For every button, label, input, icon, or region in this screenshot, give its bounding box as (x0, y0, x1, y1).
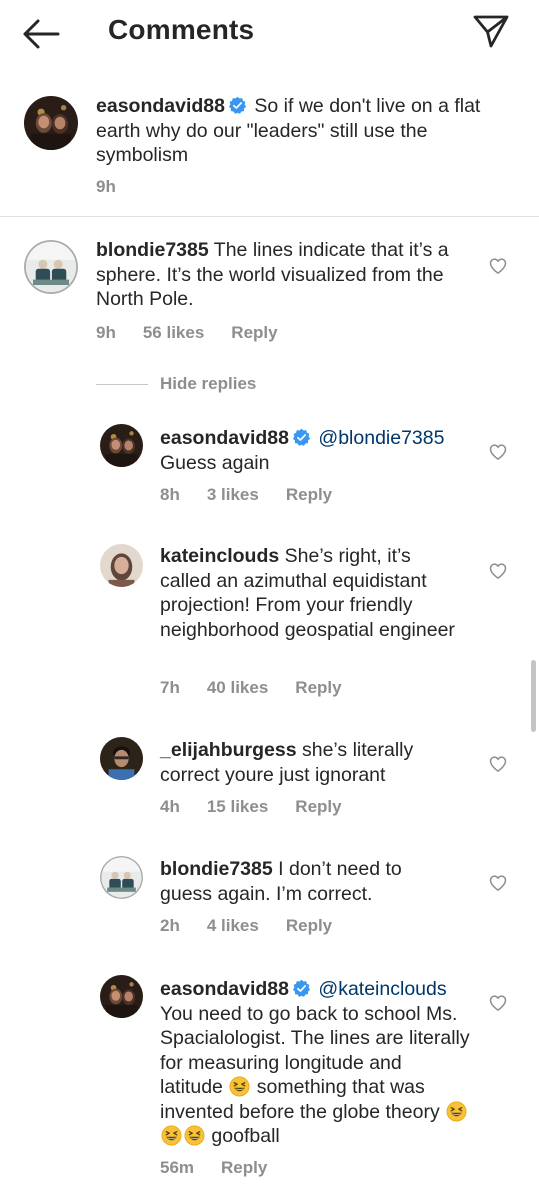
username[interactable]: easondavid88 (96, 95, 225, 117)
avatar[interactable] (24, 240, 78, 294)
reply-text: easondavid88 @kateinclouds You need to g… (160, 977, 470, 1149)
timestamp: 8h (160, 485, 180, 504)
timestamp: 9h (96, 323, 116, 342)
reply-meta: 4h 15 likes Reply (160, 797, 369, 817)
heart-icon[interactable] (488, 442, 508, 462)
timestamp: 4h (160, 797, 180, 816)
heart-icon[interactable] (488, 561, 508, 581)
likes-count[interactable]: 40 likes (207, 678, 268, 697)
page-title: Comments (108, 14, 255, 45)
username[interactable]: easondavid88 (160, 978, 289, 1000)
timestamp: 9h (96, 177, 116, 196)
mention-link[interactable]: @kateinclouds (318, 978, 446, 1000)
caption-text: easondavid88 So if we don't live on a fl… (96, 94, 496, 168)
reply-button[interactable]: Reply (286, 916, 332, 935)
verified-badge-icon (292, 979, 311, 998)
heart-icon[interactable] (488, 754, 508, 774)
verified-badge-icon (292, 428, 311, 447)
username[interactable]: kateinclouds (160, 545, 279, 567)
grinning-squinting-face-icon (446, 1101, 467, 1122)
mention-link[interactable]: @blondie7385 (318, 427, 444, 449)
reply-body: Guess again (160, 451, 270, 474)
grinning-squinting-face-icon (161, 1125, 182, 1146)
username[interactable]: _elijahburgess (160, 739, 297, 761)
hide-replies-toggle[interactable]: Hide replies (96, 372, 256, 396)
reply-meta: 7h 40 likes Reply (160, 678, 369, 698)
reply-button[interactable]: Reply (221, 1158, 267, 1177)
reply-text: _elijahburgess she’s literally correct y… (160, 738, 460, 787)
avatar[interactable] (100, 975, 143, 1018)
reply-text: kateinclouds She’s right, it’s called an… (160, 544, 465, 642)
likes-count[interactable]: 3 likes (207, 485, 259, 504)
paper-plane-icon[interactable] (472, 12, 510, 50)
reply-button[interactable]: Reply (231, 323, 277, 342)
hide-replies-label[interactable]: Hide replies (160, 374, 256, 394)
avatar[interactable] (100, 424, 143, 467)
divider (96, 383, 148, 385)
reply-body-end: goofball (211, 1125, 280, 1147)
reply-text: easondavid88 @blondie7385 Guess again (160, 426, 480, 475)
avatar[interactable] (100, 737, 143, 780)
reply-meta: 2h 4 likes Reply (160, 916, 359, 936)
post-caption: easondavid88 So if we don't live on a fl… (0, 86, 539, 217)
top-bar: Comments (0, 0, 539, 66)
reply-button[interactable]: Reply (295, 797, 341, 816)
username[interactable]: blondie7385 (96, 239, 209, 261)
username[interactable]: blondie7385 (160, 858, 273, 880)
timestamp: 2h (160, 916, 180, 935)
heart-icon[interactable] (488, 993, 508, 1013)
avatar[interactable] (100, 544, 143, 587)
likes-count[interactable]: 15 likes (207, 797, 268, 816)
verified-badge-icon (228, 96, 247, 115)
likes-count[interactable]: 56 likes (143, 323, 204, 342)
heart-icon[interactable] (488, 873, 508, 893)
avatar[interactable] (24, 96, 78, 150)
timestamp: 56m (160, 1158, 195, 1177)
reply-meta: 56m Reply (160, 1158, 294, 1178)
avatar[interactable] (100, 856, 143, 899)
comment-meta: 9h 56 likes Reply (96, 323, 305, 343)
username[interactable]: easondavid88 (160, 427, 289, 449)
likes-count[interactable]: 4 likes (207, 916, 259, 935)
reply-button[interactable]: Reply (286, 485, 332, 504)
caption-meta: 9h (96, 177, 143, 197)
timestamp: 7h (160, 678, 180, 697)
grinning-squinting-face-icon (184, 1125, 205, 1146)
reply-meta: 8h 3 likes Reply (160, 485, 359, 505)
comment-text: blondie7385 The lines indicate that it’s… (96, 238, 476, 312)
grinning-squinting-face-icon (229, 1076, 250, 1097)
reply-button[interactable]: Reply (295, 678, 341, 697)
scrollbar[interactable] (531, 660, 536, 732)
reply-text: blondie7385 I don’t need to guess again.… (160, 857, 445, 906)
back-arrow-icon[interactable] (20, 17, 62, 51)
heart-icon[interactable] (488, 256, 508, 276)
